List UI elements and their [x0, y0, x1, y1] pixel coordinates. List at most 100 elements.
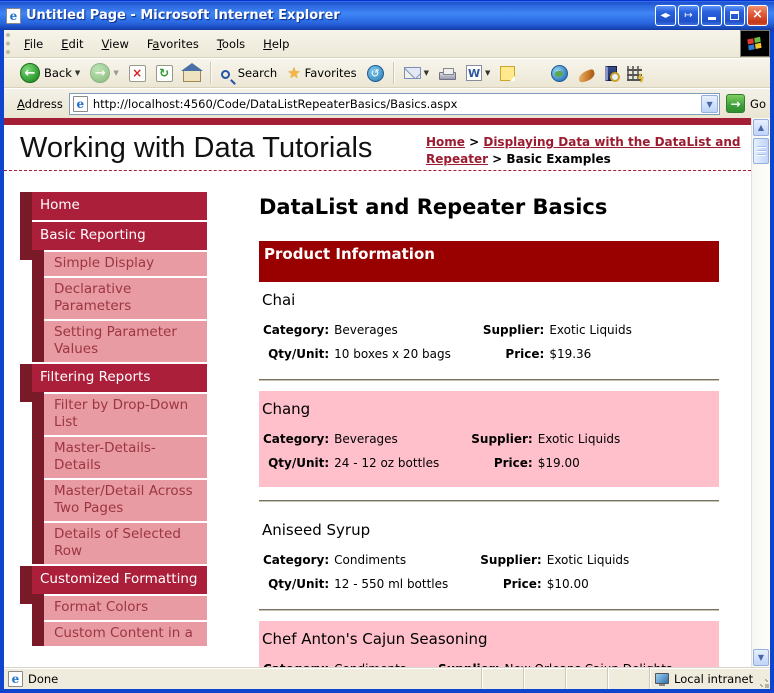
sidebar-item-label: Home	[32, 192, 207, 220]
status-text: Done	[28, 671, 59, 686]
sidebar-item-customized-formatting[interactable]: Customized Formatting	[20, 566, 207, 604]
standard-toolbar: ← Back ▼ → ▼ × ↻ Search ★ Favorites ↺ ▼ …	[4, 58, 770, 88]
window-title: Untitled Page - Microsoft Internet Explo…	[26, 8, 340, 23]
field-value: Condiments	[334, 657, 438, 667]
sidebar-item-home[interactable]: Home	[20, 192, 207, 230]
menu-tools[interactable]: Tools	[208, 33, 254, 55]
scroll-up-button[interactable]: ▲	[753, 119, 769, 136]
maximize-icon	[730, 11, 739, 20]
product-info-banner: Product Information	[259, 241, 719, 282]
back-icon: ←	[20, 63, 40, 83]
back-button[interactable]: ← Back ▼	[16, 61, 84, 85]
favorites-button[interactable]: ★ Favorites	[283, 62, 360, 84]
back-dropdown-icon: ▼	[74, 69, 81, 77]
product-name: Aniseed Syrup	[262, 521, 371, 539]
minimize-button[interactable]	[701, 5, 722, 26]
product-name: Chang	[262, 400, 311, 418]
sidebar-item-label: Declarative Parameters	[44, 278, 207, 319]
sidebar-item-label: Simple Display	[44, 252, 207, 276]
switch-window-button[interactable]: ◂▸	[655, 5, 676, 26]
scrollbar-track[interactable]	[752, 165, 770, 648]
address-dropdown-button[interactable]: ▼	[701, 94, 719, 113]
sidebar-item-tab	[20, 566, 32, 604]
sidebar-item-label: Filter by Drop-Down List	[44, 394, 207, 435]
resize-grip[interactable]	[756, 668, 770, 689]
sidebar-item-details-of-selected-row[interactable]: Details of Selected Row	[20, 521, 207, 564]
sidebar-item-tab	[32, 276, 44, 319]
menu-edit[interactable]: Edit	[52, 33, 92, 55]
sidebar-item-filtering-reports[interactable]: Filtering Reports	[20, 364, 207, 402]
search-button[interactable]: Search	[217, 64, 282, 82]
sidebar-item-format-colors[interactable]: Format Colors	[20, 594, 207, 620]
address-bar: Address e http://localhost:4560/Code/Dat…	[4, 88, 770, 118]
field-value: Beverages	[334, 323, 398, 337]
stop-button[interactable]: ×	[125, 63, 150, 84]
sidebar-item-master-detail-across-two-pages[interactable]: Master/Detail Across Two Pages	[20, 478, 207, 521]
sidebar-item-master-details-details[interactable]: Master-Details-Details	[20, 435, 207, 478]
swoosh-icon	[577, 68, 597, 83]
forward-button[interactable]: → ▼	[86, 61, 122, 85]
field-label: Qty/Unit:	[268, 347, 330, 361]
menu-favorites[interactable]: Favorites	[138, 33, 208, 55]
edit-word-button[interactable]: W ▼	[462, 63, 494, 83]
maximize-button[interactable]	[724, 5, 745, 26]
browser-window: e Untitled Page - Microsoft Internet Exp…	[0, 0, 774, 693]
menu-bar: File Edit View Favorites Tools Help	[4, 30, 770, 58]
product-details-table: Category: Condiments Supplier: Exotic Li…	[263, 548, 629, 596]
home-button[interactable]	[179, 62, 205, 84]
address-input[interactable]: e http://localhost:4560/Code/DataListRep…	[68, 92, 721, 115]
field-label: Supplier:	[438, 657, 504, 667]
item-separator	[259, 500, 719, 502]
scrollbar-thumb[interactable]	[753, 138, 769, 164]
mail-icon	[403, 67, 421, 79]
product-name: Chai	[262, 291, 296, 309]
product-item: Aniseed Syrup Category: Condiments Suppl…	[259, 512, 719, 596]
sidebar-item-custom-content-in-a[interactable]: Custom Content in a	[20, 620, 207, 646]
mail-button[interactable]: ▼	[400, 65, 433, 81]
page-title: DataList and Repeater Basics	[259, 195, 608, 219]
globe-tool-button[interactable]	[547, 63, 572, 84]
toolbar-grip[interactable]	[6, 33, 14, 54]
history-button[interactable]: ↺	[363, 63, 388, 84]
swoosh-tool-button[interactable]	[574, 64, 599, 83]
field-value: Exotic Liquids	[546, 553, 630, 567]
menu-help[interactable]: Help	[254, 33, 298, 55]
sidebar-item-tab	[20, 222, 32, 260]
sidebar-item-label: Custom Content in a	[44, 622, 207, 646]
breadcrumb-current: Basic Examples	[506, 152, 611, 166]
sidebar-item-basic-reporting[interactable]: Basic Reporting	[20, 222, 207, 260]
menu-view[interactable]: View	[93, 33, 138, 55]
field-value: Exotic Liquids	[537, 432, 621, 446]
discuss-button[interactable]	[496, 64, 519, 83]
sidebar-item-filter-by-drop-down-list[interactable]: Filter by Drop-Down List	[20, 392, 207, 435]
sidebar-item-declarative-parameters[interactable]: Declarative Parameters	[20, 276, 207, 319]
sidebar-item-setting-parameter-values[interactable]: Setting Parameter Values	[20, 319, 207, 362]
breadcrumb-link-home[interactable]: Home	[426, 135, 465, 149]
go-button[interactable]: → Go	[726, 94, 766, 113]
popout-button[interactable]: ↦	[678, 5, 699, 26]
search-label: Search	[237, 66, 278, 80]
field-label: Price:	[493, 456, 533, 470]
field-value: $19.36	[549, 347, 592, 361]
field-value: 12 - 550 ml bottles	[334, 577, 449, 591]
status-cell	[607, 668, 649, 689]
vertical-scrollbar[interactable]: ▲ ▼	[751, 118, 770, 667]
sidebar-item-label: Master-Details-Details	[44, 437, 207, 478]
scroll-down-button[interactable]: ▼	[753, 649, 769, 666]
favorites-star-icon: ★	[287, 64, 301, 82]
refresh-button[interactable]: ↻	[152, 63, 177, 84]
product-item-alternate: Chef Anton's Cajun Seasoning Category: C…	[259, 621, 719, 667]
close-button[interactable]: ×	[747, 5, 768, 26]
product-item: Chai Category: Beverages Supplier: Exoti…	[259, 282, 719, 366]
print-button[interactable]	[435, 64, 460, 82]
research-button[interactable]	[601, 64, 621, 83]
sidebar-item-tab	[32, 435, 44, 478]
throbber	[740, 30, 770, 57]
field-label: Price:	[505, 347, 545, 361]
product-name: Chef Anton's Cajun Seasoning	[262, 630, 488, 648]
sidebar-item-simple-display[interactable]: Simple Display	[20, 250, 207, 276]
menu-file[interactable]: File	[15, 33, 52, 55]
page-icon: e	[72, 95, 88, 112]
messenger-button[interactable]	[623, 64, 646, 85]
sidebar-item-label: Master/Detail Across Two Pages	[44, 480, 207, 521]
